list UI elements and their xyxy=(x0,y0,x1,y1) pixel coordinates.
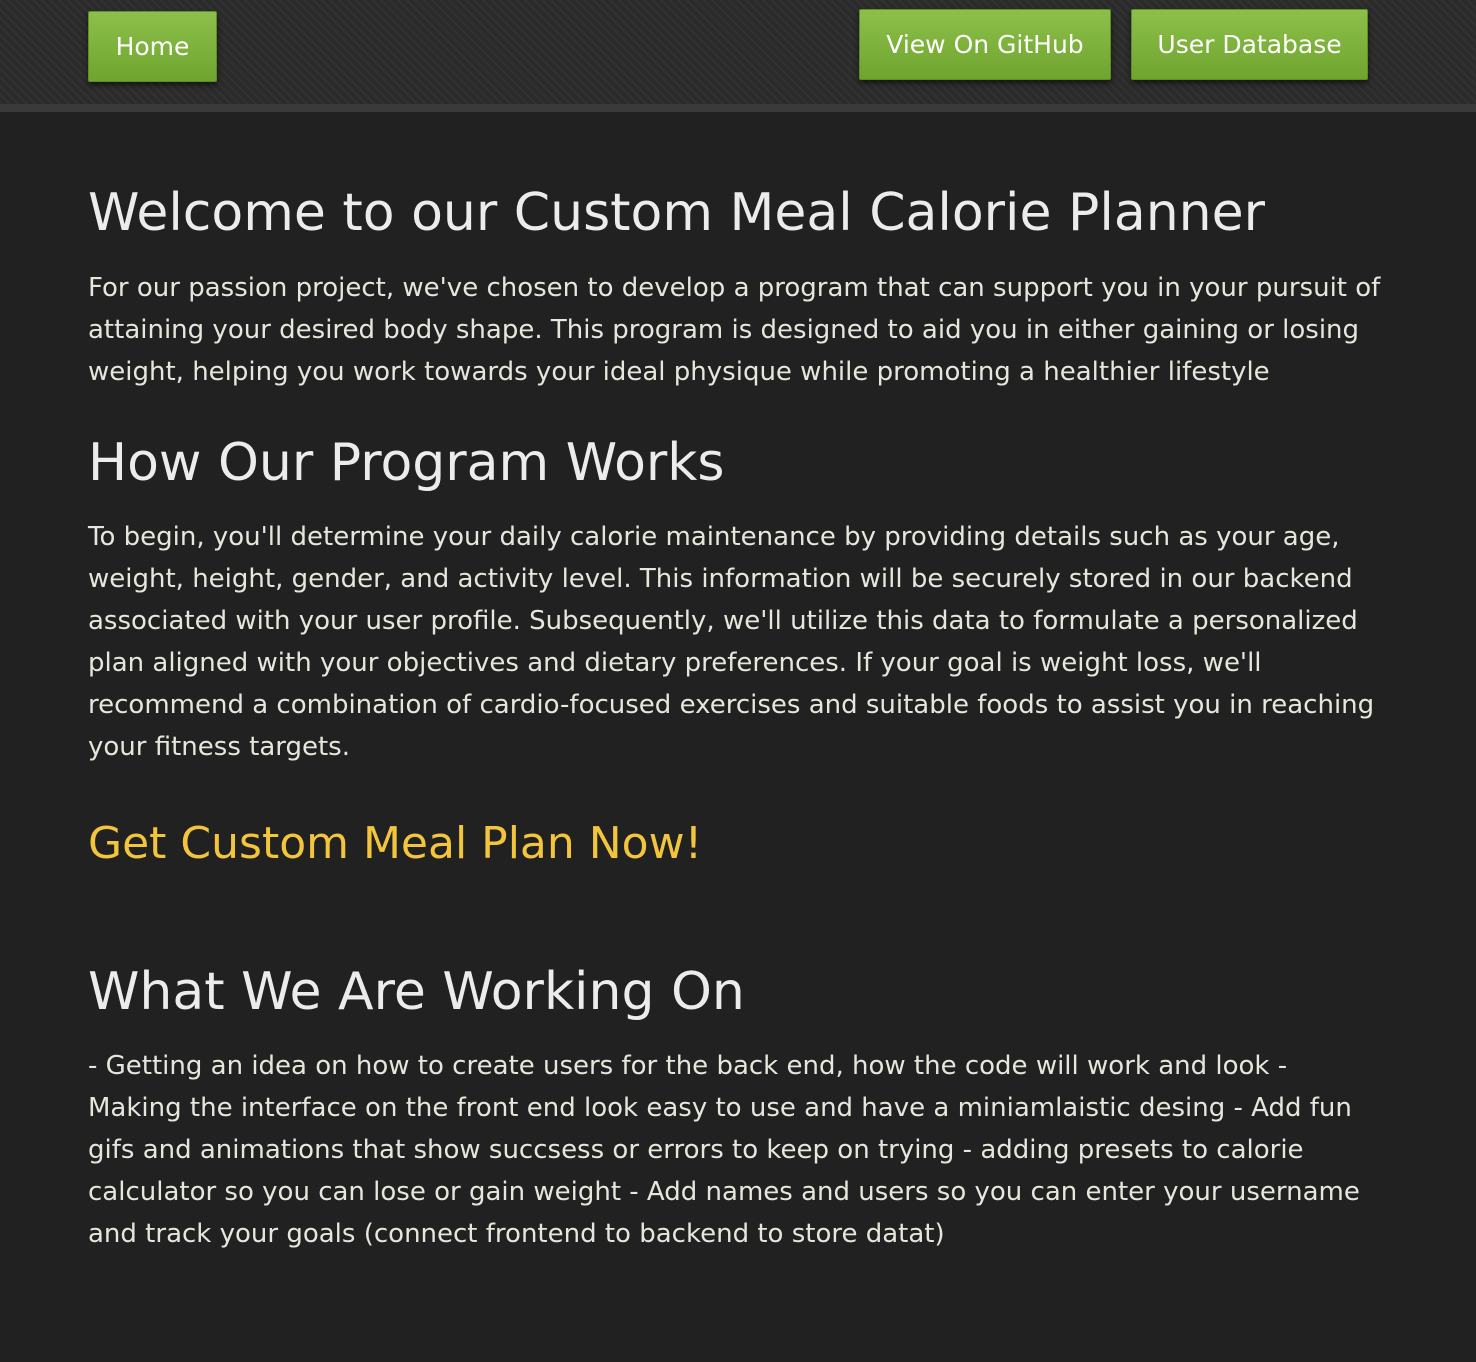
view-on-github-button[interactable]: View On GitHub xyxy=(859,9,1111,80)
intro-paragraph: For our passion project, we've chosen to… xyxy=(88,273,1381,387)
page-title: Welcome to our Custom Meal Calorie Plann… xyxy=(88,183,1265,243)
get-meal-plan-link[interactable]: Get Custom Meal Plan Now! xyxy=(88,814,702,874)
working-on-heading: What We Are Working On xyxy=(88,962,745,1022)
top-navigation-bar: Home View On GitHub User Database xyxy=(0,0,1476,112)
user-database-button[interactable]: User Database xyxy=(1131,9,1368,80)
working-on-paragraph: - Getting an idea on how to create users… xyxy=(88,1051,1360,1249)
how-it-works-heading: How Our Program Works xyxy=(88,433,725,493)
home-button[interactable]: Home xyxy=(88,11,217,82)
how-it-works-paragraph: To begin, you'll determine your daily ca… xyxy=(88,522,1375,762)
